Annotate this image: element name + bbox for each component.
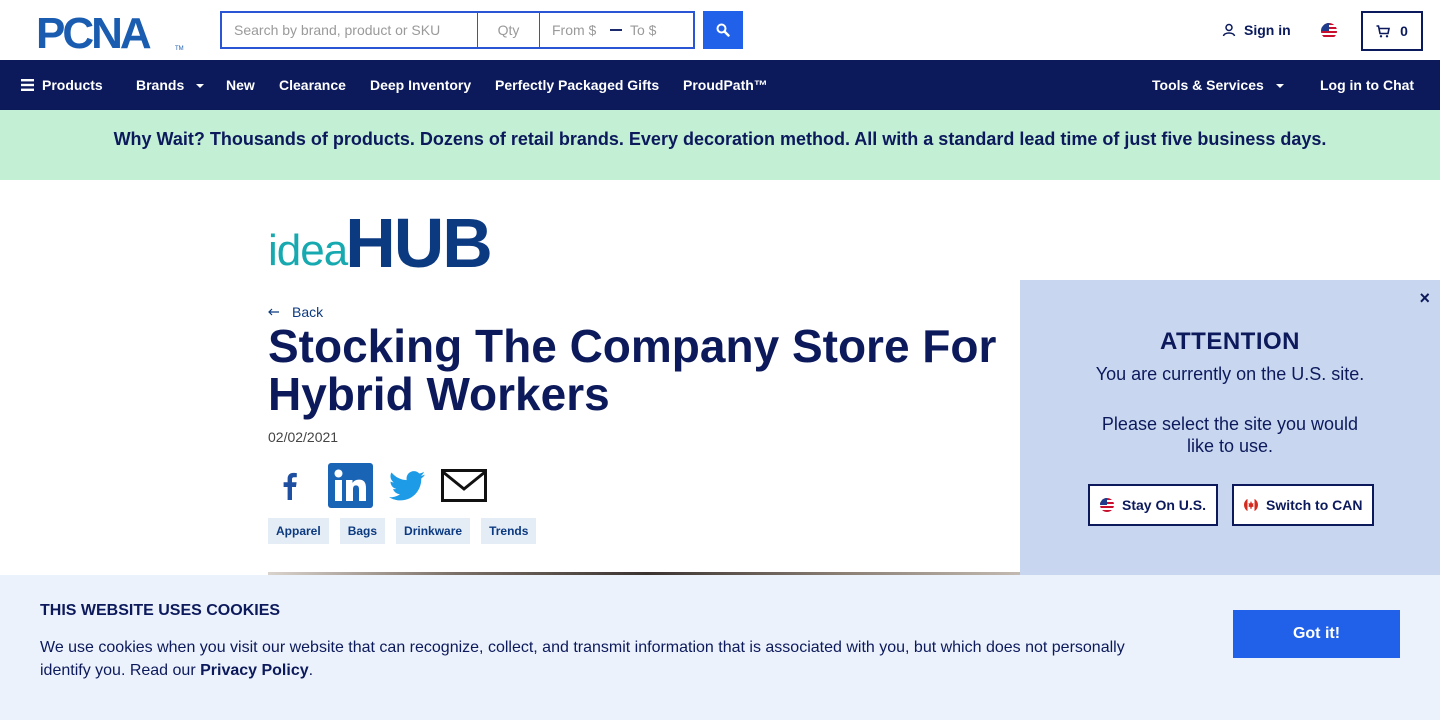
twitter-icon[interactable] [389,470,425,501]
switch-can-label: Switch to CAN [1266,497,1363,513]
tag-bags[interactable]: Bags [339,518,386,544]
cart-icon [1376,24,1391,37]
nav-new-label: New [226,77,255,93]
popup-title: ATTENTION [1159,328,1301,355]
user-icon [1222,23,1236,37]
search-button[interactable] [703,11,743,49]
stay-us-label: Stay On U.S. [1122,497,1207,513]
email-icon[interactable] [441,469,487,502]
price-from-input[interactable] [552,22,610,38]
logo-text: PCNA [36,10,151,52]
canada-flag-icon [1244,498,1259,512]
tag-trends[interactable]: Trends [481,518,537,544]
nav-tools[interactable]: Tools & Services [1152,77,1284,93]
price-range [540,11,695,49]
nav-clearance[interactable]: Clearance [279,77,346,93]
close-icon[interactable]: × [1419,288,1430,309]
ideahub-hub: HUB [345,204,493,282]
popup-buttons: Stay On U.S. Switch to CAN [1088,484,1375,526]
qty-input[interactable] [478,11,540,49]
cookie-period: . [308,662,314,679]
sign-in-link[interactable]: Sign in [1222,22,1291,38]
cookie-text: We use cookies when you visit our websit… [40,636,1160,682]
stay-us-button[interactable]: Stay On U.S. [1088,484,1219,526]
nav-products[interactable]: Products [21,77,103,93]
chevron-down-icon [1275,84,1284,88]
nav-proudpath-label: ProudPath™ [683,77,768,93]
nav-products-label: Products [42,77,103,93]
promo-text: Why Wait? Thousands of products. Dozens … [113,129,1327,149]
nav-proudpath[interactable]: ProudPath™ [683,77,768,93]
ideahub-idea: idea [268,225,348,275]
svg-text:TM: TM [175,46,184,52]
nav-chat[interactable]: Log in to Chat [1320,77,1414,93]
nav-tools-label: Tools & Services [1152,77,1264,93]
article-date: 02/02/2021 [268,429,339,445]
promo-banner: Why Wait? Thousands of products. Dozens … [0,110,1440,180]
nav-gifts[interactable]: Perfectly Packaged Gifts [495,77,659,93]
tag-apparel[interactable]: Apparel [268,518,329,544]
nav-deep-inventory-label: Deep Inventory [370,77,472,93]
nav-new[interactable]: New [226,77,255,93]
main-nav: Products Brands New Clearance Deep Inven… [0,60,1440,110]
tag-list: Apparel Bags Drinkware Trends [268,518,537,544]
top-header: PCNA TM Sign in [0,0,1440,60]
search-icon [716,23,730,37]
facebook-icon[interactable] [268,464,312,508]
site-select-popup: × ATTENTION You are currently on the U.S… [1020,280,1440,580]
price-to-input[interactable] [630,22,688,38]
social-share [268,463,487,508]
privacy-policy-link[interactable]: Privacy Policy [200,662,309,679]
back-arrow-icon [268,308,279,316]
tag-drinkware[interactable]: Drinkware [396,518,471,544]
back-label: Back [292,304,324,320]
cookie-banner: THIS WEBSITE USES COOKIES We use cookies… [0,575,1440,720]
popup-instruction: Please select the site you would like to… [1101,414,1359,456]
nav-clearance-label: Clearance [279,77,346,93]
us-flag-icon[interactable] [1321,23,1337,39]
switch-can-button[interactable]: Switch to CAN [1232,484,1375,526]
linkedin-icon[interactable] [328,463,373,508]
nav-brands[interactable]: Brands [136,77,205,93]
cookie-title: THIS WEBSITE USES COOKIES [40,602,281,619]
pcna-logo[interactable]: PCNA TM [36,9,186,58]
article-title: Stocking The Company Store For Hybrid Wo… [268,320,997,420]
chevron-down-icon [196,84,205,88]
search-bar [220,11,695,49]
price-dash [610,29,622,31]
nav-deep-inventory[interactable]: Deep Inventory [370,77,471,93]
nav-gifts-label: Perfectly Packaged Gifts [495,77,660,93]
menu-icon [21,79,34,91]
cart-count: 0 [1400,23,1408,39]
cart-button[interactable]: 0 [1361,11,1423,51]
popup-current-site: You are currently on the U.S. site. [1095,364,1365,384]
sign-in-label: Sign in [1244,22,1291,38]
nav-chat-label: Log in to Chat [1320,77,1415,93]
ideahub-logo[interactable]: idea HUB [268,204,493,282]
search-input[interactable] [220,11,478,49]
nav-brands-label: Brands [136,77,185,93]
accept-cookies-button[interactable]: Got it! [1233,610,1400,658]
us-flag-icon [1100,498,1114,512]
back-link[interactable]: Back [268,304,323,320]
